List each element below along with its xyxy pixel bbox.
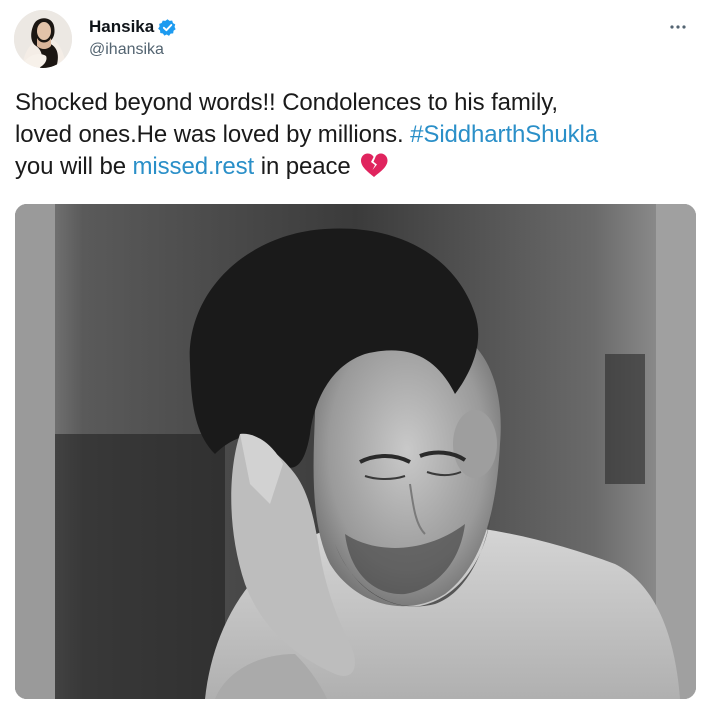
tweet-photo[interactable] xyxy=(15,204,696,699)
inline-link[interactable]: missed.rest xyxy=(133,153,255,180)
tweet-header: Hansika @ihansika xyxy=(14,10,693,72)
tweet-text-line-2: loved ones.He was loved by millions. xyxy=(15,121,411,148)
hashtag-link[interactable]: #SiddharthShukla xyxy=(410,121,598,148)
user-block[interactable]: Hansika @ihansika xyxy=(89,16,177,59)
avatar[interactable] xyxy=(14,10,72,68)
avatar-photo xyxy=(14,10,72,68)
more-horizontal-icon[interactable] xyxy=(667,16,689,38)
tweet-card: Hansika @ihansika Shocked beyond words!!… xyxy=(0,0,707,703)
tweet-text-line-1: Shocked beyond words!! Condolences to hi… xyxy=(15,89,558,116)
display-name-row: Hansika xyxy=(89,16,177,38)
broken-heart-icon xyxy=(359,152,389,178)
photo-icon xyxy=(15,204,696,699)
tweet-text-line-3-start: you will be xyxy=(15,153,133,180)
user-handle[interactable]: @ihansika xyxy=(89,41,177,59)
verified-badge-icon xyxy=(158,18,177,37)
display-name[interactable]: Hansika xyxy=(89,17,154,37)
tweet-text: Shocked beyond words!! Condolences to hi… xyxy=(15,87,695,183)
tweet-text-line-3-end: in peace xyxy=(254,153,351,180)
